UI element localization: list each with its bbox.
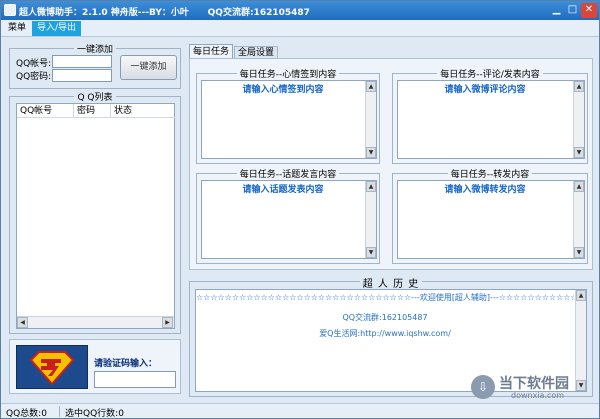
vertical-scrollbar[interactable]: ▲ ▼ (365, 81, 376, 158)
selected-rows-status: 选中QQ行数:0 (65, 409, 124, 419)
verify-code-label: 请验证码输入： (94, 359, 158, 369)
window-title: 超人微博助手：2.1.0 神舟版---BY：小叶 QQ交流群:162105487 (19, 8, 310, 18)
task-title-mood: 每日任务--心情签到内容 (236, 70, 340, 80)
scroll-down-icon[interactable]: ▼ (366, 147, 376, 158)
vertical-scrollbar[interactable]: ▲ ▼ (573, 81, 584, 158)
superman-logo (16, 345, 88, 389)
scroll-up-icon[interactable]: ▲ (576, 290, 586, 301)
scroll-up-icon[interactable]: ▲ (366, 81, 376, 92)
scroll-down-icon[interactable]: ▼ (574, 247, 584, 258)
topic-content-placeholder: 请输入话题发表内容 (242, 185, 324, 195)
qq-password-label: QQ密码: (16, 72, 52, 82)
task-box-mood: 每日任务--心情签到内容 请输入心情签到内容 ▲ ▼ (196, 70, 380, 164)
maximize-button[interactable]: □ (565, 3, 580, 18)
scroll-left-icon[interactable]: ◀ (17, 317, 28, 328)
repost-content-textarea[interactable]: 请输入微博转发内容 ▲ ▼ (397, 180, 585, 259)
task-title-repost: 每日任务--转发内容 (447, 170, 533, 180)
scroll-right-icon[interactable]: ▶ (162, 317, 173, 328)
qq-password-input[interactable] (52, 69, 112, 82)
watermark-url: downxia.com (511, 391, 565, 400)
title-bar[interactable]: 超人微博助手：2.1.0 神舟版---BY：小叶 QQ交流群:162105487… (1, 1, 599, 20)
task-box-repost: 每日任务--转发内容 请输入微博转发内容 ▲ ▼ (392, 170, 588, 264)
mood-content-textarea[interactable]: 请输入心情签到内容 ▲ ▼ (201, 80, 377, 159)
download-arrow-icon: ⇩ (471, 375, 495, 399)
column-header-status[interactable]: 状态 (111, 104, 175, 118)
history-line: ☆☆☆☆☆☆☆☆☆☆☆☆☆☆☆☆☆☆☆☆☆☆☆☆☆☆☆☆☆☆---欢迎使用[超人… (196, 293, 574, 302)
menu-item-import-export[interactable]: 导入/导出 (32, 21, 82, 36)
add-group-title: 一键添加 (73, 45, 116, 55)
topic-content-textarea[interactable]: 请输入话题发表内容 ▲ ▼ (201, 180, 377, 259)
history-line: 爱Q生活网:http://www.iqshw.com/ (319, 329, 451, 338)
watermark-text: 当下软件园 (499, 376, 569, 392)
qq-list-title: Q Q列表 (74, 93, 116, 103)
qq-account-label: QQ帐号: (16, 59, 52, 69)
menu-bar: 菜单 导入/导出 (1, 20, 599, 37)
close-button[interactable]: ✕ (581, 3, 597, 18)
verify-panel: 请验证码输入： (9, 339, 181, 394)
column-header-qq[interactable]: QQ帐号 (17, 104, 74, 118)
scroll-up-icon[interactable]: ▲ (574, 181, 584, 192)
task-box-comment: 每日任务--评论/发表内容 请输入微博评论内容 ▲ ▼ (392, 70, 588, 164)
menu-item-menu[interactable]: 菜单 (3, 21, 31, 36)
comment-content-placeholder: 请输入微博评论内容 (444, 85, 526, 95)
task-title-topic: 每日任务--话题发言内容 (236, 170, 340, 180)
scroll-down-icon[interactable]: ▼ (574, 147, 584, 158)
vertical-scrollbar[interactable]: ▲ ▼ (365, 181, 376, 258)
mood-content-placeholder: 请输入心情签到内容 (242, 85, 324, 95)
daily-tasks-panel: 每日任务--心情签到内容 请输入心情签到内容 ▲ ▼ 每日任务--评论/发表内容… (189, 58, 593, 270)
add-group: 一键添加 QQ帐号: QQ密码: 一键添加 (9, 45, 181, 89)
horizontal-scrollbar[interactable]: ◀ ▶ (17, 316, 174, 328)
repost-content-placeholder: 请输入微博转发内容 (444, 185, 526, 195)
minimize-button[interactable]: ▁ (549, 3, 564, 18)
tab-daily-tasks[interactable]: 每日任务 (189, 44, 233, 59)
verify-code-input[interactable] (94, 371, 176, 388)
task-box-topic: 每日任务--话题发言内容 请输入话题发表内容 ▲ ▼ (196, 170, 380, 264)
column-header-password[interactable]: 密码 (74, 104, 111, 118)
history-line: QQ交流群:162105487 (342, 313, 428, 322)
qq-list-table[interactable]: QQ帐号 密码 状态 ◀ ▶ (16, 103, 175, 329)
status-divider (59, 406, 60, 417)
scroll-up-icon[interactable]: ▲ (574, 81, 584, 92)
scroll-down-icon[interactable]: ▼ (366, 247, 376, 258)
one-click-add-button[interactable]: 一键添加 (120, 55, 177, 80)
scroll-up-icon[interactable]: ▲ (366, 181, 376, 192)
task-title-comment: 每日任务--评论/发表内容 (437, 70, 543, 80)
comment-content-textarea[interactable]: 请输入微博评论内容 ▲ ▼ (397, 80, 585, 159)
watermark: ⇩ 当下软件园 downxia.com (471, 373, 589, 401)
qq-total-status: QQ总数:0 (6, 409, 47, 419)
status-bar: QQ总数:0 选中QQ行数:0 (1, 403, 599, 418)
vertical-scrollbar[interactable]: ▲ ▼ (573, 181, 584, 258)
app-window: 超人微博助手：2.1.0 神舟版---BY：小叶 QQ交流群:162105487… (0, 0, 600, 419)
qq-list-group: Q Q列表 QQ帐号 密码 状态 ◀ ▶ (9, 93, 181, 334)
qq-account-input[interactable] (52, 55, 112, 68)
app-icon (4, 4, 16, 16)
superman-emblem-icon (29, 351, 75, 386)
